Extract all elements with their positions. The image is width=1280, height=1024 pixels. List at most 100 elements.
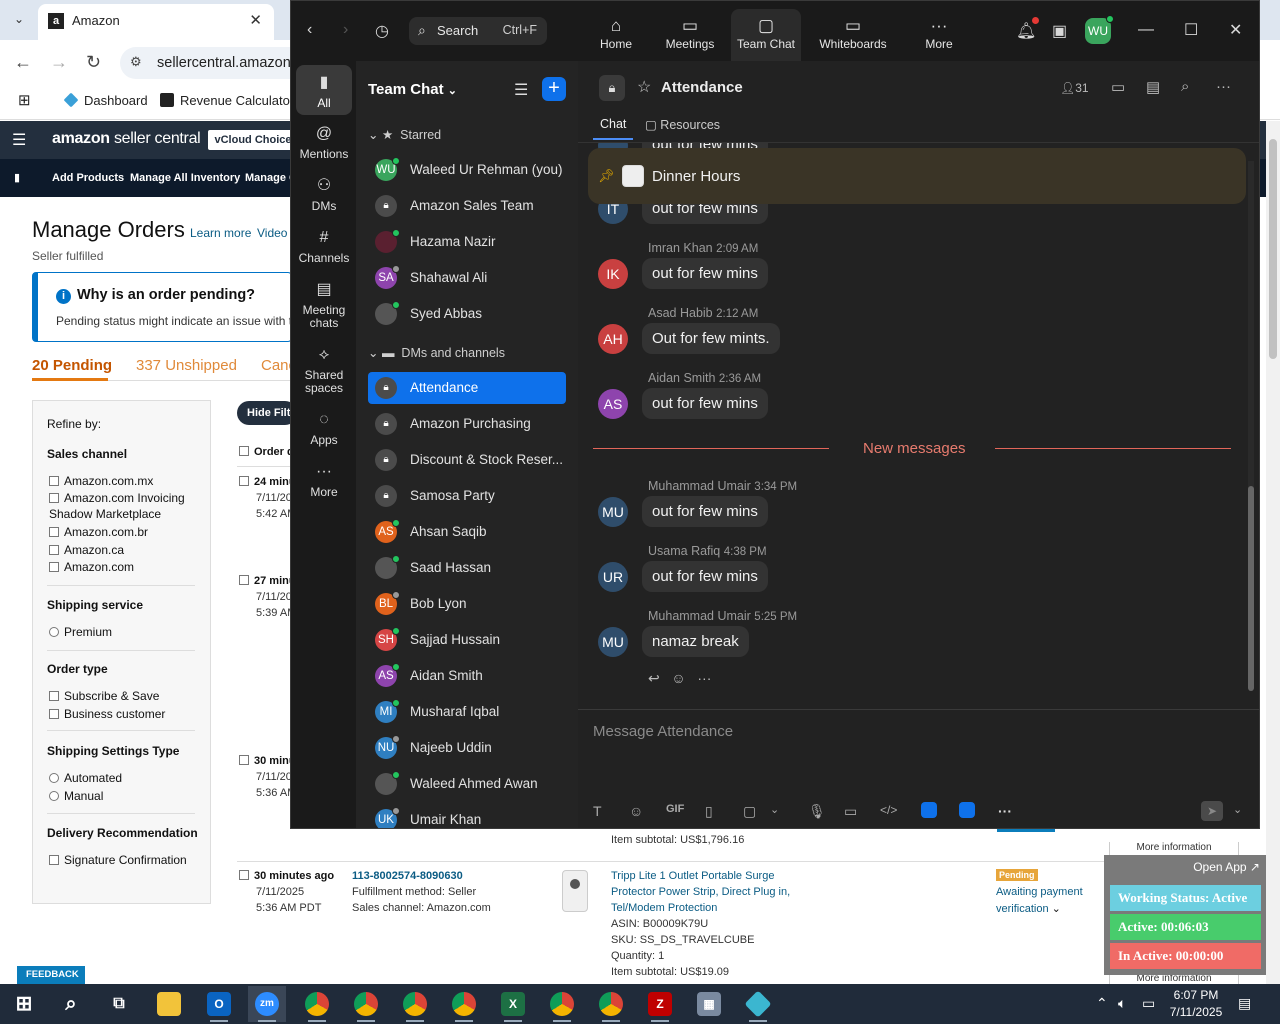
message-author[interactable]: Usama Rafiq: [648, 544, 720, 558]
pinned-message-banner[interactable]: 📌︎ Dinner Hours: [588, 148, 1246, 204]
rail-all[interactable]: ▮ All: [296, 65, 352, 115]
nav-add-products[interactable]: Add Products: [52, 172, 124, 184]
task-view-button[interactable]: ⧉: [100, 986, 138, 1022]
taskbar-chrome[interactable]: [543, 986, 581, 1022]
show-hidden-icons[interactable]: ⌃: [1096, 995, 1108, 1012]
table-row[interactable]: 24 minu: [239, 476, 296, 488]
radio[interactable]: [49, 773, 59, 783]
radio[interactable]: [49, 627, 59, 637]
chat-scrollbar[interactable]: [1248, 161, 1254, 691]
list-item[interactable]: BL Bob Lyon: [368, 588, 566, 620]
member-count[interactable]: 👤︎31: [1060, 81, 1089, 95]
rail-apps[interactable]: ◌ Apps: [296, 410, 352, 447]
minimize-icon[interactable]: —: [1138, 21, 1154, 39]
order-date-header[interactable]: Order d: [239, 446, 294, 458]
format-text-icon[interactable]: T: [593, 803, 602, 819]
checkbox[interactable]: [239, 446, 249, 456]
nav-manage-inventory[interactable]: Manage All Inventory: [130, 172, 240, 184]
search-button[interactable]: ⌕: [52, 986, 90, 1022]
product-title-line[interactable]: Tel/Modem Protection: [611, 902, 717, 914]
checkbox[interactable]: [49, 709, 59, 719]
list-item[interactable]: Saad Hassan: [368, 552, 566, 584]
account-badge[interactable]: vCloud Choice: [208, 130, 298, 150]
message-author[interactable]: Imran Khan: [648, 241, 713, 255]
checkbox[interactable]: [49, 545, 59, 555]
more-icon[interactable]: ···: [1216, 78, 1231, 95]
checkbox[interactable]: [49, 527, 59, 537]
forward-icon[interactable]: →: [50, 52, 68, 73]
message-text[interactable]: Out for few mints.: [642, 323, 780, 354]
list-item[interactable]: 🔒︎ Discount & Stock Reser...: [368, 444, 566, 476]
filter-premium[interactable]: Premium: [49, 625, 112, 639]
list-item[interactable]: 🔒︎ Amazon Purchasing: [368, 408, 566, 440]
file-icon[interactable]: ▯: [705, 803, 713, 820]
message-author[interactable]: Aidan Smith: [648, 371, 715, 385]
reply-icon[interactable]: ↩: [648, 670, 660, 686]
checkbox[interactable]: [49, 476, 59, 486]
taskbar-zoom[interactable]: zm: [248, 986, 286, 1022]
filter-icon[interactable]: ☰: [514, 80, 528, 100]
hide-filters-button[interactable]: Hide Filte: [237, 401, 297, 425]
emoji-add-icon[interactable]: ☺: [671, 670, 685, 686]
tab-search-button[interactable]: ⌄: [8, 8, 30, 30]
radio[interactable]: [49, 791, 59, 801]
list-item[interactable]: AS Aidan Smith: [368, 660, 566, 692]
list-item[interactable]: SH Sajjad Hussain: [368, 624, 566, 656]
more-information-link[interactable]: More information: [1109, 842, 1239, 856]
taskbar-chrome[interactable]: [396, 986, 434, 1022]
page-scrollbar[interactable]: [1266, 121, 1280, 984]
taskbar-chrome[interactable]: [347, 986, 385, 1022]
filter-subscribe-save[interactable]: Subscribe & Save: [49, 689, 159, 703]
avatar[interactable]: MU: [598, 627, 628, 657]
open-app-button[interactable]: Open App ↗: [1193, 860, 1260, 874]
chevron-down-icon[interactable]: ⌄: [770, 803, 779, 816]
apps-grid-icon[interactable]: ⊞: [18, 92, 31, 110]
list-item[interactable]: Waleed Ahmed Awan: [368, 768, 566, 800]
message-author[interactable]: Asad Habib: [648, 306, 713, 320]
message-author[interactable]: Muhammad Umair: [648, 609, 751, 623]
new-chat-button[interactable]: +: [542, 77, 566, 101]
list-item[interactable]: WU Waleed Ur Rehman (you): [368, 154, 566, 186]
back-icon[interactable]: ‹: [307, 21, 312, 39]
tab-more[interactable]: ··· More: [911, 9, 967, 61]
scrollbar-thumb[interactable]: [1248, 486, 1254, 691]
app-icon[interactable]: [959, 802, 975, 818]
list-item[interactable]: Hazama Nazir: [368, 226, 566, 258]
tab-unshipped[interactable]: 337 Unshipped: [136, 357, 237, 374]
tab-pending[interactable]: 20 Pending: [32, 357, 112, 374]
tab-home[interactable]: ⌂ Home: [587, 9, 645, 61]
checkbox[interactable]: [49, 691, 59, 701]
rail-mentions[interactable]: @ Mentions: [296, 124, 352, 161]
channel-title[interactable]: Attendance: [661, 79, 743, 96]
more-icon[interactable]: ···: [697, 670, 711, 686]
system-clock[interactable]: 6:07 PM 7/11/2025: [1168, 987, 1224, 1021]
close-icon[interactable]: ✕: [1229, 20, 1242, 40]
video-message-icon[interactable]: ▭: [844, 803, 857, 820]
close-tab-icon[interactable]: ✕: [249, 11, 262, 29]
bookmark-dashboard[interactable]: Dashboard: [63, 92, 148, 110]
list-item[interactable]: NU Najeeb Uddin: [368, 732, 566, 764]
table-row[interactable]: 27 minu: [239, 575, 296, 587]
forward-icon[interactable]: ›: [343, 21, 348, 39]
filter-manual[interactable]: Manual: [49, 789, 103, 803]
list-item[interactable]: 🔒︎ Amazon Sales Team: [368, 190, 566, 222]
calendar-icon[interactable]: ▤: [1146, 78, 1160, 96]
team-chat-dropdown[interactable]: Team Chat ⌄: [368, 81, 457, 98]
list-item[interactable]: 🔒︎ Attendance: [368, 372, 566, 404]
avatar[interactable]: AH: [598, 324, 628, 354]
more-icon[interactable]: ···: [998, 803, 1012, 819]
order-id-link[interactable]: 113-8002574-8090630: [352, 870, 463, 882]
status-detail[interactable]: Awaiting payment: [996, 886, 1083, 898]
feedback-button[interactable]: FEEDBACK ✕: [17, 966, 85, 984]
history-icon[interactable]: ◷: [375, 21, 389, 41]
product-image[interactable]: [562, 870, 588, 912]
message-text[interactable]: namaz break: [642, 626, 749, 657]
filter-amazon-invoicing[interactable]: Amazon.com Invoicing: [49, 491, 185, 505]
rail-shared-spaces[interactable]: ⟡ Shared spaces: [296, 345, 352, 395]
checkbox[interactable]: [49, 855, 59, 865]
taskbar-excel[interactable]: X: [494, 986, 532, 1022]
rail-more[interactable]: ··· More: [296, 462, 352, 499]
maximize-icon[interactable]: ☐: [1184, 20, 1198, 40]
notifications-icon[interactable]: ▤: [1238, 995, 1251, 1012]
checkbox[interactable]: [239, 870, 249, 880]
